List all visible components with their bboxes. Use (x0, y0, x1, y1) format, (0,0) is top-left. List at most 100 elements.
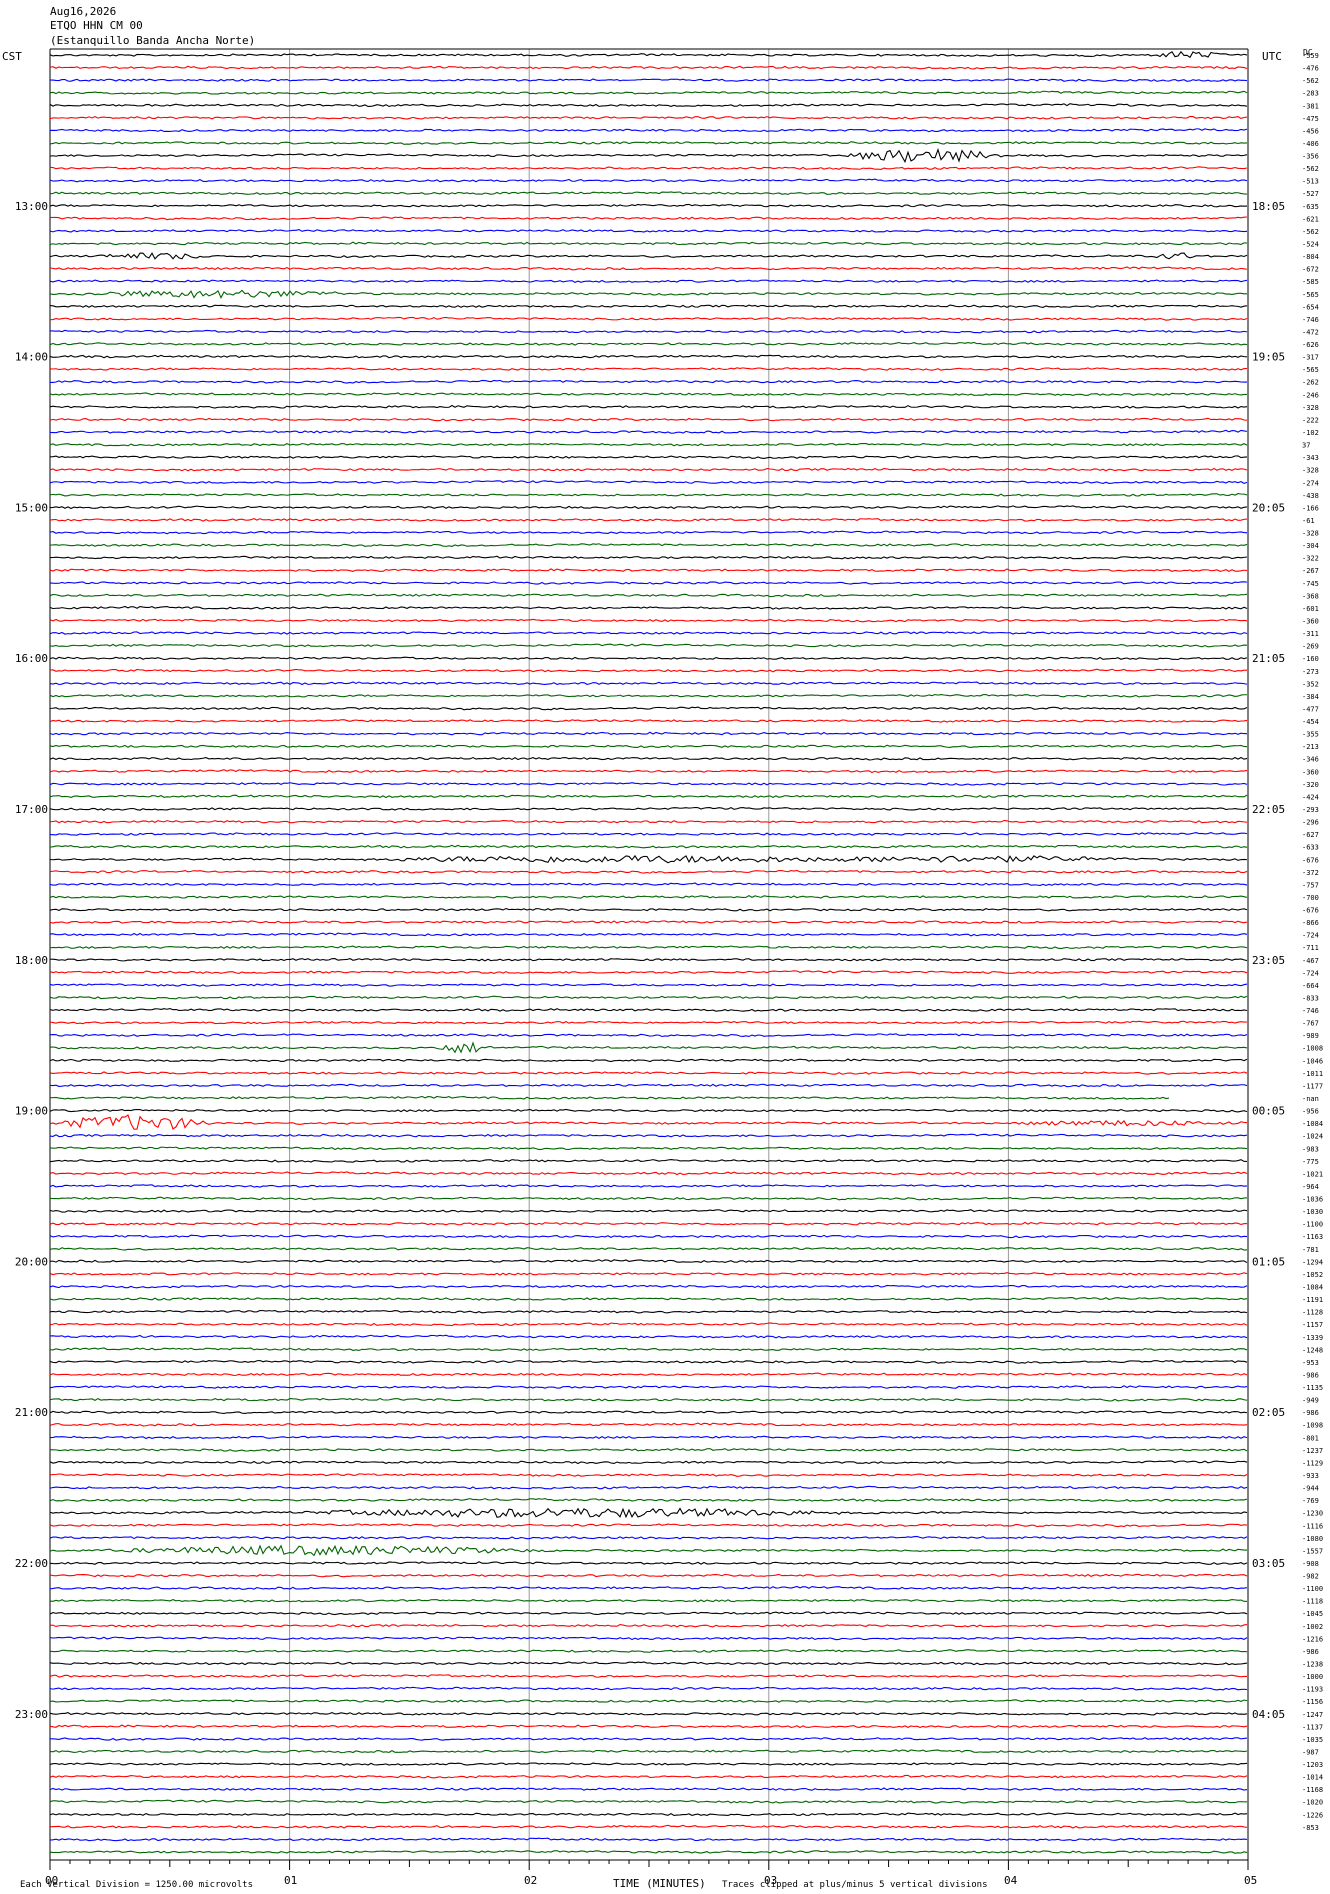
trace-32 (49, 455, 1248, 459)
trace-49 (49, 668, 1248, 673)
trace-offset-label: -1339 (1302, 1334, 1323, 1342)
trace-125 (49, 1623, 1248, 1628)
trace-0 (49, 50, 1248, 59)
trace-89 (49, 1171, 1248, 1176)
trace-offset-label: -746 (1302, 1007, 1319, 1015)
trace-112 (49, 1460, 1248, 1465)
trace-7 (49, 141, 1248, 145)
trace-109 (49, 1422, 1248, 1427)
trace-offset-label: -833 (1302, 994, 1319, 1002)
trace-offset-label: -472 (1302, 328, 1319, 336)
trace-53 (49, 719, 1248, 723)
right-hour-label: 18:05 (1252, 200, 1285, 213)
trace-offset-label: -565 (1302, 366, 1319, 374)
trace-77 (49, 1020, 1248, 1025)
trace-40 (49, 555, 1248, 560)
trace-offset-label: -102 (1302, 429, 1319, 437)
trace-offset-label: -626 (1302, 341, 1319, 349)
trace-offset-label: -908 (1302, 1560, 1319, 1568)
trace-offset-label: -1226 (1302, 1811, 1323, 1819)
trace-75 (49, 995, 1248, 1000)
trace-71 (49, 945, 1248, 950)
trace-128 (49, 1661, 1248, 1666)
trace-offset-label: -1011 (1302, 1070, 1323, 1078)
trace-133 (49, 1724, 1248, 1729)
trace-65 (49, 869, 1248, 874)
seismogram-plot: -559 -476 -562 -283 -381 -475 -456 -406 -356 -562… (15, 48, 1323, 1870)
trace-17 (49, 266, 1248, 271)
trace-offset-label: -1157 (1302, 1321, 1323, 1329)
trace-10 (49, 178, 1248, 183)
trace-48 (49, 656, 1248, 661)
trace-16 (49, 252, 1248, 260)
trace-offset-label: -1116 (1302, 1522, 1323, 1530)
x-axis-title: TIME (MINUTES) (613, 1877, 706, 1890)
trace-offset-label: -1024 (1302, 1133, 1323, 1141)
trace-offset-label: -1128 (1302, 1309, 1323, 1317)
trace-offset-label: -804 (1302, 253, 1319, 261)
trace-22 (49, 329, 1248, 334)
trace-47 (49, 643, 1248, 648)
trace-51 (49, 693, 1248, 698)
trace-offset-label: -1084 (1302, 1120, 1323, 1128)
trace-offset-label: -676 (1302, 856, 1319, 864)
trace-19 (49, 289, 1248, 300)
trace-offset-label: -676 (1302, 907, 1319, 915)
trace-offset-label: -424 (1302, 793, 1319, 801)
trace-offset-label: -372 (1302, 869, 1319, 877)
trace-104 (49, 1359, 1248, 1364)
trace-offset-label: -406 (1302, 140, 1319, 148)
trace-126 (49, 1636, 1248, 1641)
trace-96 (49, 1259, 1248, 1264)
trace-offset-label: -1238 (1302, 1661, 1323, 1669)
trace-offset-label: -352 (1302, 680, 1319, 688)
trace-52 (49, 706, 1248, 711)
left-hour-label: 20:00 (15, 1255, 48, 1268)
trace-offset-label: -559 (1302, 52, 1319, 60)
trace-offset-label: -454 (1302, 718, 1319, 726)
trace-33 (49, 467, 1248, 472)
trace-5 (49, 115, 1248, 120)
trace-56 (49, 756, 1248, 761)
trace-offset-label: -866 (1302, 919, 1319, 927)
trace-offset-label: -633 (1302, 844, 1319, 852)
trace-offset-label: -328 (1302, 530, 1319, 538)
trace-offset-label: -296 (1302, 819, 1319, 827)
trace-29 (49, 417, 1248, 422)
trace-100 (49, 1309, 1248, 1314)
trace-130 (49, 1686, 1248, 1691)
left-hour-label: 22:00 (15, 1557, 48, 1570)
trace-134 (49, 1737, 1248, 1741)
trace-38 (49, 530, 1248, 535)
trace-28 (49, 404, 1248, 409)
trace-115 (49, 1498, 1248, 1502)
trace-131 (49, 1699, 1248, 1703)
trace-offset-label: -355 (1302, 731, 1319, 739)
trace-119 (49, 1544, 1248, 1557)
trace-offset-label: -1193 (1302, 1686, 1323, 1694)
trace-offset-label: -246 (1302, 391, 1319, 399)
trace-offset-label: -317 (1302, 354, 1319, 362)
trace-offset-label: -160 (1302, 655, 1319, 663)
trace-93 (49, 1221, 1248, 1226)
trace-113 (49, 1473, 1248, 1477)
trace-25 (49, 367, 1248, 371)
trace-91 (49, 1196, 1248, 1201)
trace-offset-label: -nan (1302, 1095, 1319, 1103)
left-hour-label: 23:00 (15, 1708, 48, 1721)
trace-offset-label: -61 (1302, 517, 1315, 525)
trace-143 (49, 1850, 1248, 1854)
trace-offset-label: -949 (1302, 1397, 1319, 1405)
trace-offset-label: -1014 (1302, 1774, 1323, 1782)
trace-offset-label: -262 (1302, 379, 1319, 387)
right-hour-label: 04:05 (1252, 1708, 1285, 1721)
trace-103 (49, 1347, 1248, 1352)
trace-70 (49, 932, 1248, 937)
trace-offset-label: -368 (1302, 592, 1319, 600)
left-hour-label: 19:00 (15, 1105, 48, 1118)
trace-offset-label: -1156 (1302, 1698, 1323, 1706)
trace-35 (49, 493, 1248, 497)
trace-offset-label: -621 (1302, 215, 1319, 223)
trace-offset-label: -360 (1302, 617, 1319, 625)
trace-124 (49, 1611, 1248, 1616)
